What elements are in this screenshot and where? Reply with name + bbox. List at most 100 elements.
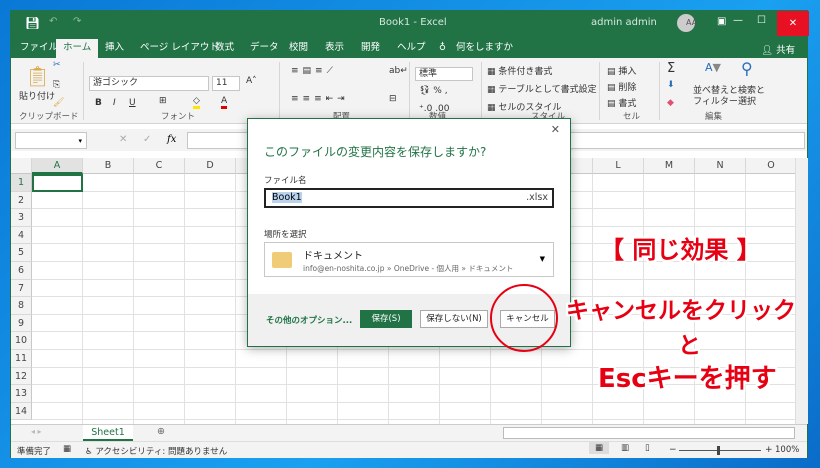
page-layout-view-icon[interactable]: ▥ [621, 443, 629, 453]
border-icon[interactable]: ⊞ [159, 96, 167, 106]
tab-developer[interactable]: 開発 [354, 39, 387, 58]
row-header[interactable]: 9 [11, 314, 32, 333]
font-size-select[interactable]: 11 [212, 76, 240, 91]
tab-review[interactable]: 校閲 [282, 39, 315, 58]
find-select-button[interactable]: 検索と 選択 [738, 86, 765, 108]
sort-filter-button[interactable]: 並べ替えと フィルター [693, 86, 738, 108]
wrap-text-icon[interactable]: ab↵ [389, 66, 408, 76]
annotation-heading: 【 同じ効果 】 [600, 236, 761, 264]
status-ready: 準備完了 [17, 447, 52, 457]
row-header[interactable]: 6 [11, 262, 32, 280]
format-painter-icon[interactable]: 🖌︎ [53, 98, 64, 108]
fill-color-icon[interactable]: ◇ [193, 96, 200, 109]
column-header[interactable]: C [134, 158, 185, 174]
vertical-scrollbar[interactable] [795, 158, 808, 424]
normal-view-icon[interactable]: ▦ [589, 442, 610, 454]
row-header[interactable]: 4 [11, 226, 32, 245]
row-header[interactable]: 13 [11, 385, 32, 403]
percent-icon[interactable]: 💱︎ % , [419, 86, 448, 96]
row-header[interactable]: 3 [11, 209, 32, 227]
paste-icon[interactable]: 📋︎ [25, 64, 50, 88]
save-button[interactable]: 保存(S) [360, 310, 412, 328]
tell-me-search[interactable]: 何をしますか [449, 39, 520, 58]
conditional-format-button[interactable]: ▦ 条件付き書式 [487, 64, 552, 77]
format-cells-button[interactable]: ▤ 書式 [607, 96, 636, 109]
tab-formulas[interactable]: 数式 [208, 39, 241, 58]
font-color-icon[interactable]: A [221, 96, 228, 109]
sheet-tab-sheet1[interactable]: Sheet1 [83, 425, 133, 441]
editing-group-label: 編集 [705, 112, 723, 122]
zoom-slider[interactable]: − + [669, 445, 773, 455]
search-icon[interactable]: ⚲ [741, 59, 753, 78]
macro-record-icon[interactable]: ▦ [63, 444, 71, 454]
row-header[interactable]: 11 [11, 350, 32, 368]
clear-icon[interactable]: ◆ [667, 98, 674, 108]
align-icons[interactable]: ≡▤≡⟋ [291, 66, 337, 76]
function-icon[interactable]: fx [167, 134, 176, 145]
zoom-level[interactable]: 100% [775, 445, 799, 455]
column-header[interactable]: N [695, 158, 746, 174]
fill-icon[interactable]: ⬇ [667, 80, 675, 90]
page-break-view-icon[interactable]: ▯ [645, 443, 650, 453]
share-button[interactable]: 👤︎ 共有 [761, 42, 795, 56]
row-header[interactable]: 14 [11, 402, 32, 421]
font-name-select[interactable]: 游ゴシック [89, 76, 209, 91]
cancel-entry-icon[interactable]: ✕ [119, 134, 127, 145]
tab-help[interactable]: ヘルプ [390, 39, 433, 58]
row-header[interactable]: 1 [11, 174, 32, 192]
copy-icon[interactable]: ⎘ [53, 80, 60, 90]
sort-filter-icon[interactable]: A▼ [705, 61, 721, 74]
tab-home[interactable]: ホーム [56, 39, 99, 58]
column-header[interactable]: L [593, 158, 644, 174]
format-as-table-button[interactable]: ▦ テーブルとして書式設定 [487, 82, 597, 95]
tab-data[interactable]: データ [243, 39, 286, 58]
redo-icon[interactable]: ↷ [73, 16, 81, 27]
save-icon[interactable]: 💾︎ [25, 16, 40, 30]
cut-icon[interactable]: ✂ [53, 60, 61, 70]
dialog-close-button[interactable]: ✕ [551, 123, 560, 136]
delete-cells-button[interactable]: ▤ 削除 [607, 80, 636, 93]
grow-font-icon[interactable]: A˄ [246, 76, 257, 86]
more-options-link[interactable]: その他のオプション... [266, 314, 352, 326]
row-header[interactable]: 8 [11, 297, 32, 315]
italic-button[interactable]: I [113, 98, 116, 108]
filename-input[interactable]: Book1 .xlsx [264, 188, 554, 208]
add-sheet-button[interactable]: ⊕ [157, 426, 165, 437]
dont-save-button[interactable]: 保存しない(N) [420, 310, 488, 328]
minimize-button[interactable]: — [733, 15, 743, 26]
align-icons-2[interactable]: ≡≡≡⇤⇥ [291, 94, 349, 104]
column-header[interactable]: D [185, 158, 236, 174]
column-header[interactable]: B [83, 158, 134, 174]
maximize-button[interactable]: ☐ [757, 15, 766, 26]
paste-button[interactable]: 貼り付け [19, 89, 55, 102]
merge-icon[interactable]: ⊟ [389, 94, 397, 104]
underline-button[interactable]: U [129, 98, 136, 108]
name-box[interactable]: ▾ [15, 132, 87, 149]
row-header[interactable]: 10 [11, 332, 32, 350]
horizontal-scrollbar[interactable] [503, 427, 795, 439]
row-header[interactable]: 5 [11, 244, 32, 262]
column-header[interactable]: O [746, 158, 795, 174]
tab-insert[interactable]: 挿入 [98, 39, 131, 58]
column-header[interactable]: A [32, 158, 83, 174]
accessibility-status[interactable]: ♿︎ アクセシビリティ: 問題ありません [85, 445, 227, 457]
location-select[interactable]: ドキュメント info@en-noshita.co.jp » OneDrive … [264, 242, 554, 277]
user-name: admin admin [591, 17, 657, 28]
row-header[interactable]: 7 [11, 279, 32, 298]
autosum-icon[interactable]: Σ [667, 61, 675, 76]
enter-icon[interactable]: ✓ [143, 134, 151, 145]
row-header[interactable]: 12 [11, 367, 32, 386]
column-header[interactable]: M [644, 158, 695, 174]
insert-cells-button[interactable]: ▤ 挿入 [607, 64, 636, 77]
bold-button[interactable]: B [95, 98, 102, 108]
avatar[interactable]: AA [677, 14, 697, 32]
number-format-select[interactable]: 標準 [415, 67, 473, 81]
tab-view[interactable]: 表示 [318, 39, 351, 58]
ribbon-display-icon[interactable]: ▣ [717, 16, 726, 27]
row-header[interactable]: 2 [11, 191, 32, 210]
selected-cell-a1[interactable] [32, 174, 83, 192]
close-button[interactable]: ✕ [777, 11, 809, 36]
sheet-nav-arrows[interactable]: ◂ ▸ [31, 427, 42, 436]
undo-icon[interactable]: ↶ [49, 16, 57, 27]
annotation-line1: キャンセルをクリック [566, 298, 796, 324]
